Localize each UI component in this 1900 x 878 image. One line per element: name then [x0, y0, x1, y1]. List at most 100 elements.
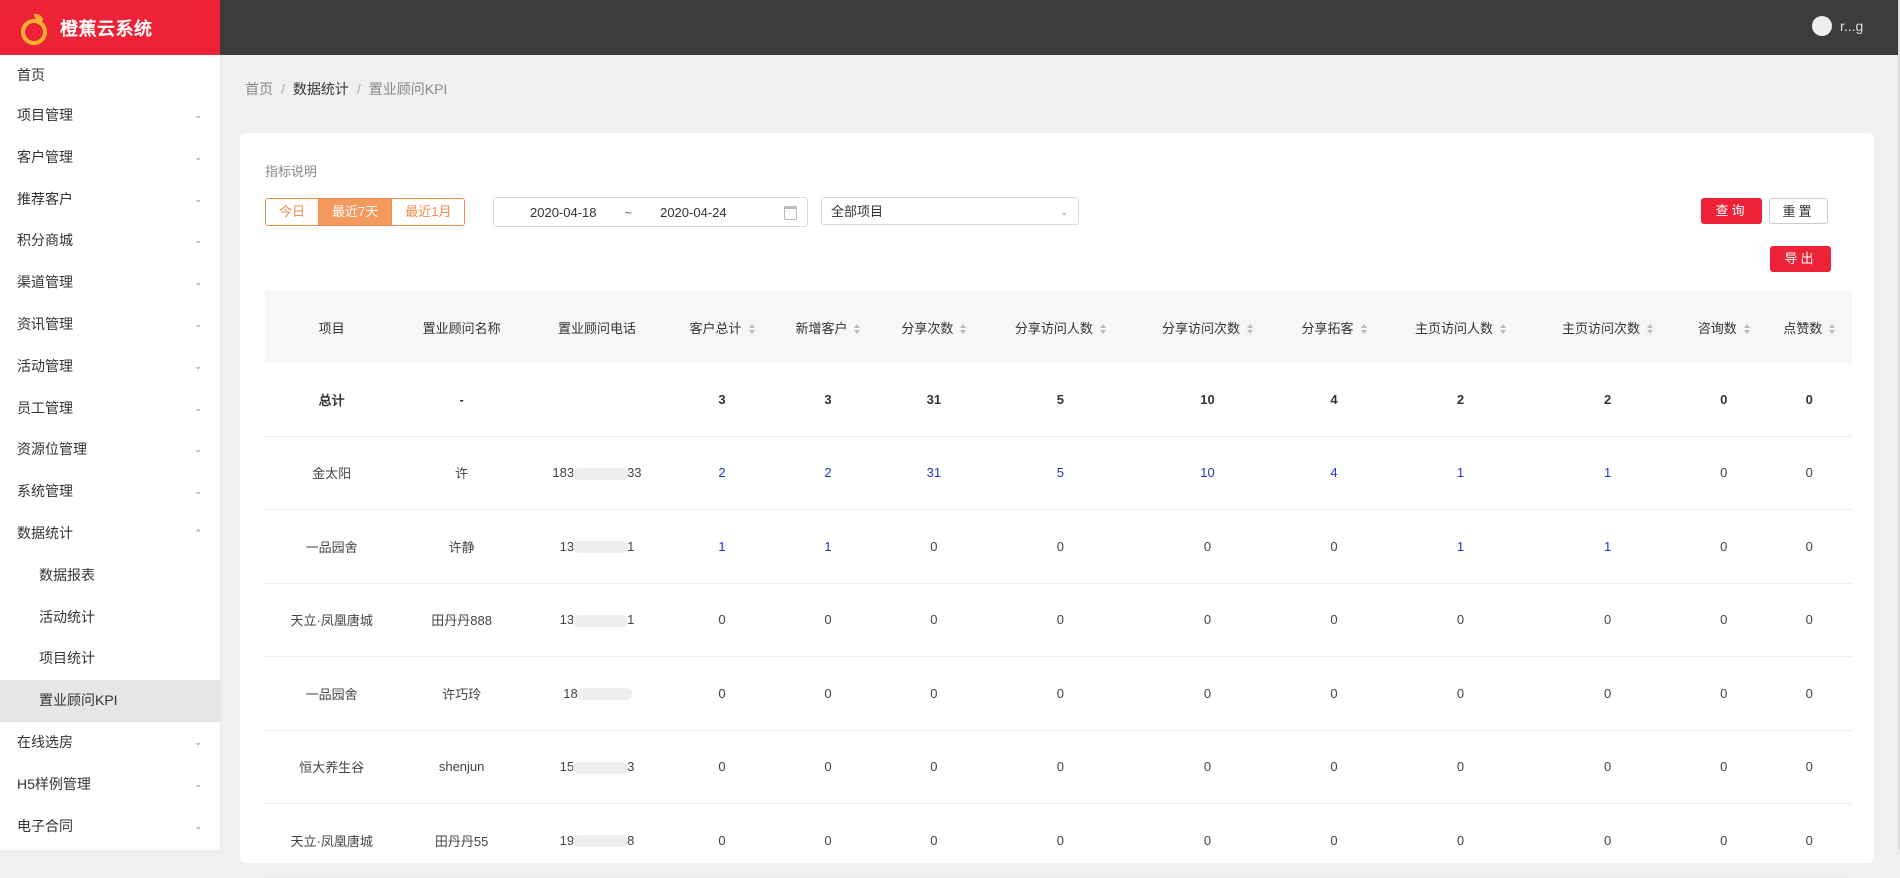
sidebar-item[interactable]: 数据报表 [0, 555, 220, 597]
table-cell: 恒大养生谷 [265, 730, 399, 804]
sidebar-item[interactable]: 活动管理 ⌄ [0, 346, 220, 388]
date-range-quick-select: 今日 最近7天 最近1月 [265, 198, 466, 226]
column-header[interactable]: 主页访问人数 [1386, 291, 1535, 363]
sidebar-item[interactable]: 电子合同 ⌄ [0, 806, 220, 848]
date-end[interactable]: 2020-04-24 [660, 205, 727, 220]
range-today-button[interactable]: 今日 [266, 199, 320, 225]
table-cell: 一品园舍 [265, 509, 399, 584]
table-cell: 0 [1386, 803, 1535, 878]
user-menu[interactable]: r...g [1812, 16, 1880, 36]
chevron-down-icon: ⌄ [194, 193, 202, 204]
sort-icon[interactable] [1500, 324, 1506, 335]
table-cell[interactable]: 1 [1386, 436, 1535, 510]
sort-icon[interactable] [1360, 324, 1367, 335]
table-cell: 0 [1534, 583, 1682, 657]
sidebar-item[interactable]: H5样例管理 ⌄ [0, 764, 220, 806]
table-cell: 0 [1681, 730, 1767, 804]
table-cell[interactable]: 1 [669, 509, 775, 584]
sidebar-item[interactable]: 员工管理 ⌄ [0, 388, 220, 430]
breadcrumb-home[interactable]: 首页 [245, 81, 273, 97]
sidebar-item[interactable]: 置业顾问KPI [0, 680, 220, 722]
sort-icon[interactable] [854, 324, 861, 335]
sidebar-item-label: 在线选房 [17, 733, 73, 750]
column-header[interactable]: 分享访问人数 [986, 291, 1134, 363]
redacted-mask [573, 761, 629, 774]
chevron-down-icon: ⌄ [194, 235, 202, 246]
column-header-label: 分享访问次数 [1161, 320, 1240, 336]
column-header[interactable]: 新增客户 [774, 291, 881, 363]
project-select-value: 全部项目 [831, 204, 884, 219]
indicator-description-link[interactable]: 指标说明 [265, 161, 317, 180]
column-header[interactable]: 分享拓客 [1281, 291, 1387, 363]
column-header[interactable]: 分享访问次数 [1133, 291, 1282, 363]
sidebar-item[interactable]: 项目管理 ⌄ [0, 95, 220, 137]
table-cell[interactable]: 2 [669, 436, 775, 510]
breadcrumb-section[interactable]: 数据统计 [293, 81, 349, 97]
table-cell[interactable]: 4 [1281, 436, 1387, 510]
date-range-picker[interactable]: 2020-04-18 ~ 2020-04-24 [493, 197, 808, 227]
table-cell[interactable]: 1 [1534, 509, 1682, 584]
redacted-mask [573, 835, 629, 848]
sort-icon[interactable] [1246, 324, 1253, 335]
table-cell: 0 [1281, 656, 1387, 731]
column-header-label: 分享拓客 [1301, 320, 1354, 336]
column-header[interactable]: 分享次数 [880, 291, 987, 363]
sidebar-item[interactable]: 系统管理 ⌄ [0, 471, 220, 513]
column-header[interactable]: 客户总计 [669, 291, 775, 363]
phone-suffix: 3 [627, 759, 635, 775]
table-cell[interactable]: 1 [1534, 436, 1682, 510]
sidebar-item[interactable]: 数据统计 ⌃ [0, 513, 220, 555]
sort-icon[interactable] [1829, 324, 1836, 335]
table-cell: 0 [1386, 656, 1535, 731]
column-header[interactable]: 咨询数 [1681, 291, 1767, 363]
sidebar-item[interactable]: 资讯管理 ⌄ [0, 304, 220, 346]
app-logo[interactable]: 橙蕉云系统 [0, 0, 220, 55]
table-cell: 0 [1766, 436, 1852, 510]
sidebar-item[interactable]: 推荐客户 ⌄ [0, 179, 220, 221]
project-select[interactable]: 全部项目 ⌄ [821, 197, 1079, 225]
range-7days-button[interactable]: 最近7天 [319, 199, 393, 225]
sidebar-item[interactable]: 项目统计 [0, 638, 220, 680]
sort-icon[interactable] [960, 324, 967, 335]
table-cell: 0 [774, 656, 881, 731]
table-cell[interactable]: 1 [774, 509, 881, 584]
sidebar-item[interactable]: 积分商城 ⌄ [0, 220, 220, 262]
sidebar-item[interactable]: 首页 [0, 55, 220, 95]
sidebar-item[interactable]: 资源位管理 ⌄ [0, 429, 220, 471]
sidebar-item[interactable]: 活动统计 [0, 597, 220, 639]
date-separator: ~ [624, 204, 633, 220]
table-cell: 0 [1766, 583, 1852, 657]
table-cell[interactable]: 1 [1386, 509, 1535, 584]
range-1month-button[interactable]: 最近1月 [392, 199, 465, 225]
sidebar-item[interactable]: 渠道管理 ⌄ [0, 262, 220, 304]
column-header[interactable]: 主页访问次数 [1534, 291, 1682, 363]
sidebar-item[interactable]: 客户管理 ⌄ [0, 137, 220, 179]
sidebar-item-label: 数据报表 [39, 566, 95, 583]
table-cell[interactable]: 10 [1133, 436, 1282, 510]
sort-icon[interactable] [1647, 324, 1654, 335]
table-row: 金太阳许 183 33 2 2 31 5 10 4 1 1 0 0 [265, 436, 1852, 510]
table-cell[interactable]: 5 [986, 436, 1134, 510]
chevron-down-icon: ⌄ [194, 151, 202, 162]
sidebar-item[interactable]: 在线选房 ⌄ [0, 722, 220, 764]
sort-icon[interactable] [1099, 324, 1106, 335]
phone-prefix: 183 [552, 465, 575, 481]
chevron-down-icon: ⌄ [194, 360, 202, 371]
table-cell[interactable]: 31 [880, 436, 987, 510]
sort-icon[interactable] [1743, 324, 1750, 335]
column-header[interactable]: 点赞数 [1766, 291, 1852, 363]
sort-icon[interactable] [748, 324, 755, 335]
chevron-down-icon: ⌄ [1060, 207, 1068, 217]
date-start[interactable]: 2020-04-18 [530, 205, 597, 220]
table-cell: 5 [986, 363, 1134, 437]
reset-button[interactable]: 重置 [1769, 198, 1828, 224]
query-button[interactable]: 查询 [1701, 198, 1762, 224]
export-button[interactable]: 导出 [1770, 246, 1831, 272]
sidebar: 首页 项目管理 ⌄ 客户管理 ⌄ 推荐客户 ⌄ 积分商城 ⌄ 渠道管理 ⌄ 资讯管理 ⌄ 活动管理 ⌄ 员工管… [0, 55, 221, 850]
avatar [1812, 16, 1832, 36]
table-cell: 0 [1133, 509, 1282, 584]
table-cell: 0 [1281, 583, 1387, 657]
table-cell[interactable]: 2 [774, 436, 881, 510]
table-cell: 0 [1681, 583, 1767, 657]
column-header-label: 分享访问人数 [1014, 320, 1093, 336]
